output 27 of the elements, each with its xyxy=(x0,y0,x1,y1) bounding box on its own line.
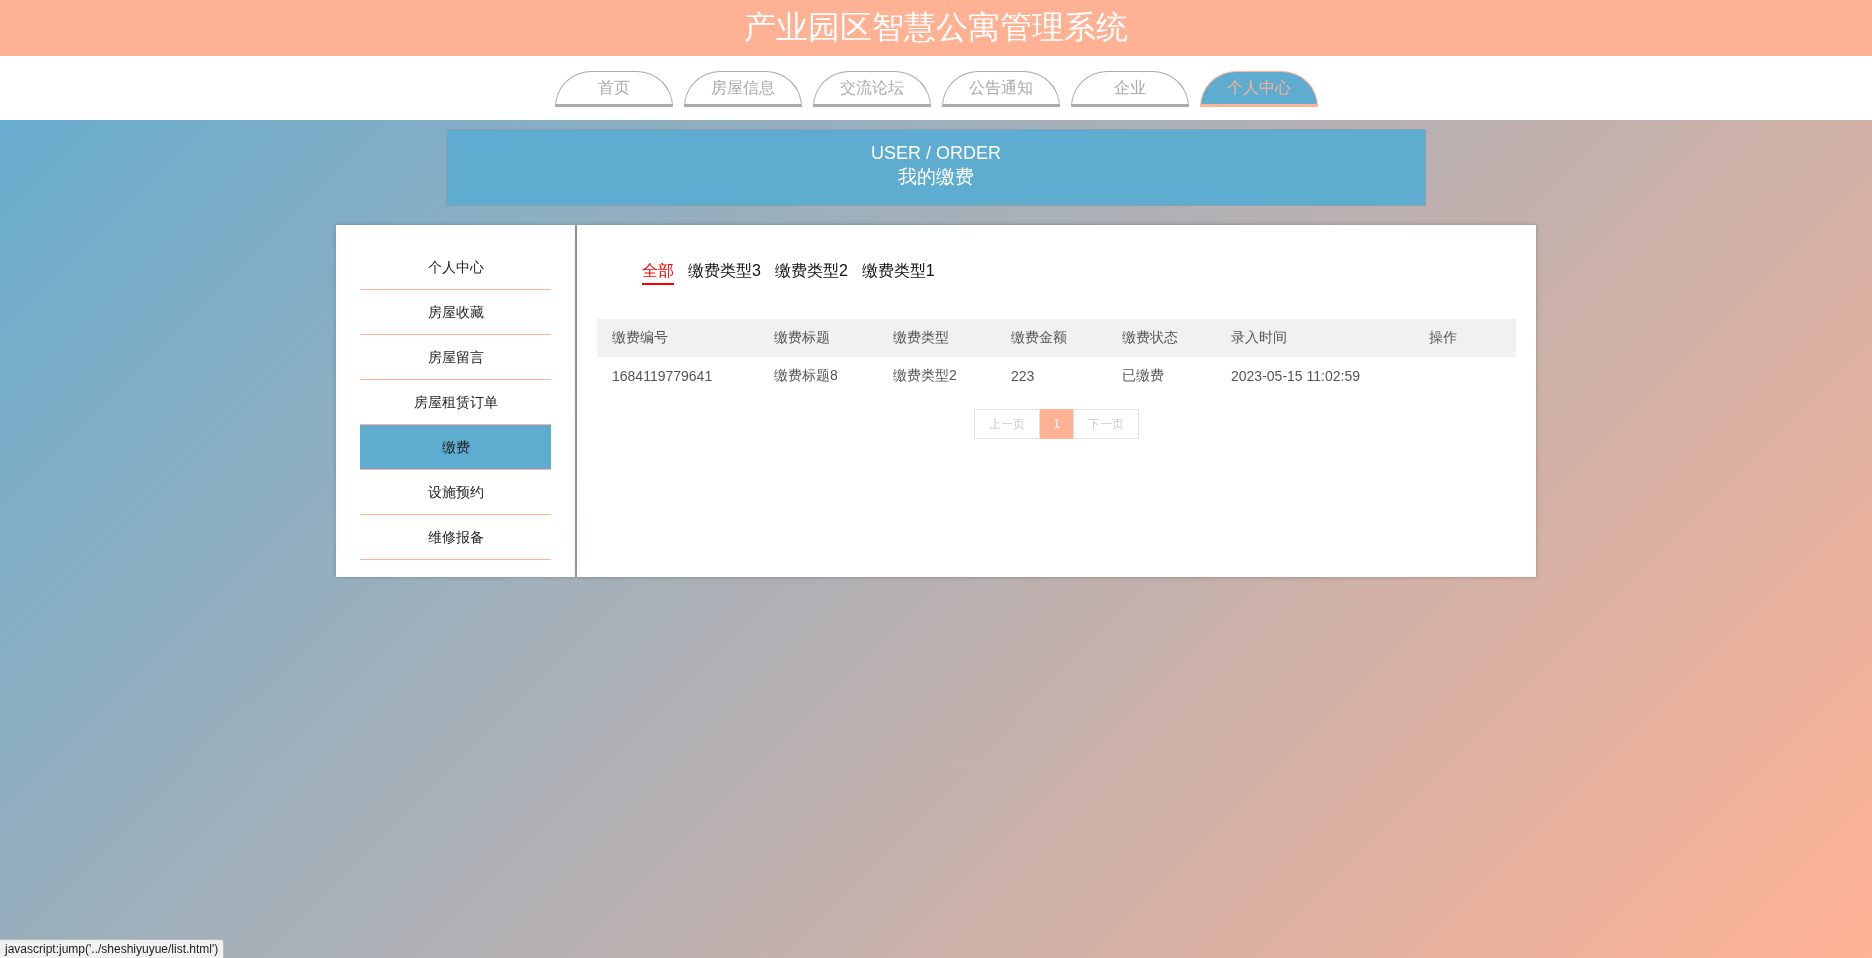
table-cell: 2023-05-15 11:02:59 xyxy=(1216,357,1414,395)
sidebar-item[interactable]: 设施预约 xyxy=(360,470,551,515)
table-cell: 缴费标题8 xyxy=(759,357,878,395)
sidebar-item[interactable]: 房屋收藏 xyxy=(360,290,551,335)
column-header: 缴费状态 xyxy=(1107,319,1216,357)
sidebar-item[interactable]: 缴费 xyxy=(360,425,551,470)
column-header: 录入时间 xyxy=(1216,319,1414,357)
status-url: javascript:jump('../sheshiyuyue/list.html') xyxy=(5,942,219,956)
sidebar-item[interactable]: 个人中心 xyxy=(360,245,551,290)
column-header: 缴费标题 xyxy=(759,319,878,357)
sidebar-item[interactable]: 房屋留言 xyxy=(360,335,551,380)
column-header: 操作 xyxy=(1414,319,1516,357)
table-cell: 已缴费 xyxy=(1107,357,1216,395)
table-cell: 缴费类型2 xyxy=(878,357,996,395)
banner-subtitle: USER / ORDER xyxy=(870,142,1002,165)
column-header: 缴费编号 xyxy=(597,319,759,357)
column-header: 缴费类型 xyxy=(878,319,996,357)
filter-tab[interactable]: 全部 xyxy=(642,261,674,285)
filter-tab[interactable]: 缴费类型3 xyxy=(688,261,761,285)
banner-title: 我的缴费 xyxy=(897,165,975,189)
table-cell: 223 xyxy=(996,357,1107,395)
filter-tab[interactable]: 缴费类型1 xyxy=(861,261,935,285)
table-cell: 1684119779641 xyxy=(597,357,759,395)
column-header: 缴费金额 xyxy=(996,319,1107,357)
filter-tab[interactable]: 缴费类型2 xyxy=(774,261,848,285)
sidebar-item[interactable]: 维修报备 xyxy=(360,515,551,560)
site-title: 产业园区智慧公寓管理系统 xyxy=(744,8,1128,47)
